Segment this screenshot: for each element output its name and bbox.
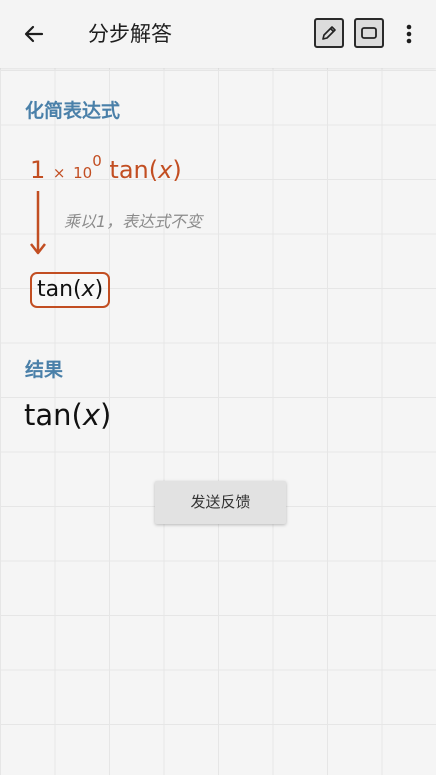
back-arrow-icon bbox=[24, 25, 44, 43]
step-arrow-icon bbox=[30, 191, 46, 255]
step-result-var: x bbox=[81, 277, 95, 302]
app-bar: 分步解答 bbox=[0, 0, 436, 68]
original-expression: 1 × 100 tan(x) bbox=[30, 144, 182, 190]
edit-button[interactable] bbox=[314, 18, 344, 48]
step-result-expression: tan(x) bbox=[30, 272, 111, 308]
more-options-button[interactable] bbox=[398, 18, 420, 50]
pencil-icon bbox=[322, 26, 336, 40]
expr-base: 10 bbox=[73, 164, 93, 182]
step-result-func: tan( bbox=[37, 277, 82, 302]
final-result-func: tan( bbox=[24, 398, 83, 432]
back-button[interactable] bbox=[18, 18, 50, 50]
expr-coefficient: 1 bbox=[30, 156, 46, 184]
square-icon bbox=[361, 27, 377, 39]
send-feedback-button[interactable]: 发送反馈 bbox=[155, 481, 286, 524]
expr-times: × bbox=[52, 164, 66, 182]
expr-func: tan( bbox=[109, 156, 159, 184]
simplify-heading: 化简表达式 bbox=[25, 100, 121, 122]
step-note: 乘以1，表达式不变 bbox=[64, 212, 203, 231]
more-vertical-icon bbox=[406, 24, 412, 44]
expr-exponent: 0 bbox=[92, 152, 102, 170]
result-heading: 结果 bbox=[25, 359, 64, 381]
step-result-close: ) bbox=[94, 277, 104, 302]
page-title: 分步解答 bbox=[88, 22, 172, 46]
expr-var: x bbox=[158, 156, 173, 184]
final-result-expression: tan(x) bbox=[24, 398, 111, 432]
view-toggle-button[interactable] bbox=[354, 18, 384, 48]
expr-close: ) bbox=[172, 156, 182, 184]
final-result-var: x bbox=[82, 398, 101, 432]
final-result-close: ) bbox=[100, 398, 112, 432]
